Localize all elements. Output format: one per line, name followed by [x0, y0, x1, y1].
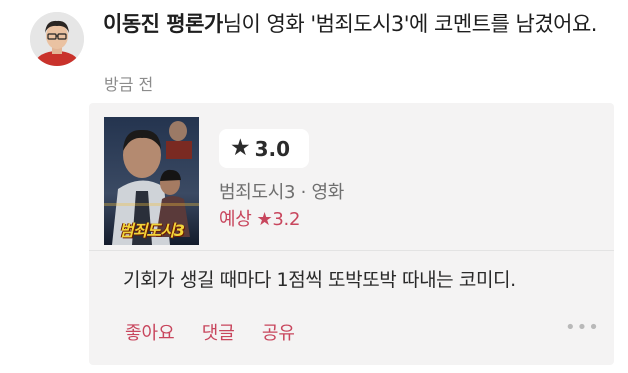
- feed-item: 이동진 평론가님이 영화 '범죄도시3'에 코멘트를 남겼어요. 방금 전 범죄…: [0, 0, 628, 373]
- expected-label: 예상: [219, 209, 252, 230]
- action-bar: 좋아요 댓글 공유: [125, 319, 322, 345]
- movie-poster[interactable]: 범죄도시3: [104, 117, 199, 245]
- rating-value: 3.0: [254, 136, 291, 161]
- author-name[interactable]: 이동진 평론가: [103, 12, 223, 36]
- post-time: 방금 전: [104, 75, 154, 94]
- poster-title: 범죄도시3: [118, 221, 185, 240]
- star-icon: ★: [230, 135, 251, 161]
- like-button[interactable]: 좋아요: [125, 319, 175, 345]
- avatar[interactable]: [30, 12, 84, 66]
- reply-button[interactable]: 댓글: [202, 319, 235, 345]
- movie-meta[interactable]: 범죄도시3 · 영화: [219, 178, 344, 204]
- comment-text[interactable]: 기회가 생길 때마다 1점씩 또박또박 따내는 코미디.: [123, 265, 516, 292]
- post-headline: 이동진 평론가님이 영화 '범죄도시3'에 코멘트를 남겼어요.: [103, 9, 608, 40]
- headline-text: 님이 영화 '범죄도시3'에 코멘트를 남겼어요.: [222, 12, 598, 36]
- my-rating-badge: ★ 3.0: [219, 129, 309, 168]
- comment-card[interactable]: 범죄도시3 ★ 3.0 범죄도시3 · 영화 예상 ★3.2 기회가 생길 때마다…: [89, 103, 614, 365]
- avatar-image: [30, 12, 84, 66]
- more-options-icon[interactable]: •••: [565, 317, 600, 338]
- expected-rating: 예상 ★3.2: [219, 205, 300, 231]
- expected-value: ★3.2: [256, 209, 301, 230]
- share-button[interactable]: 공유: [262, 319, 295, 345]
- movie-summary[interactable]: 범죄도시3 ★ 3.0 범죄도시3 · 영화 예상 ★3.2: [89, 103, 614, 251]
